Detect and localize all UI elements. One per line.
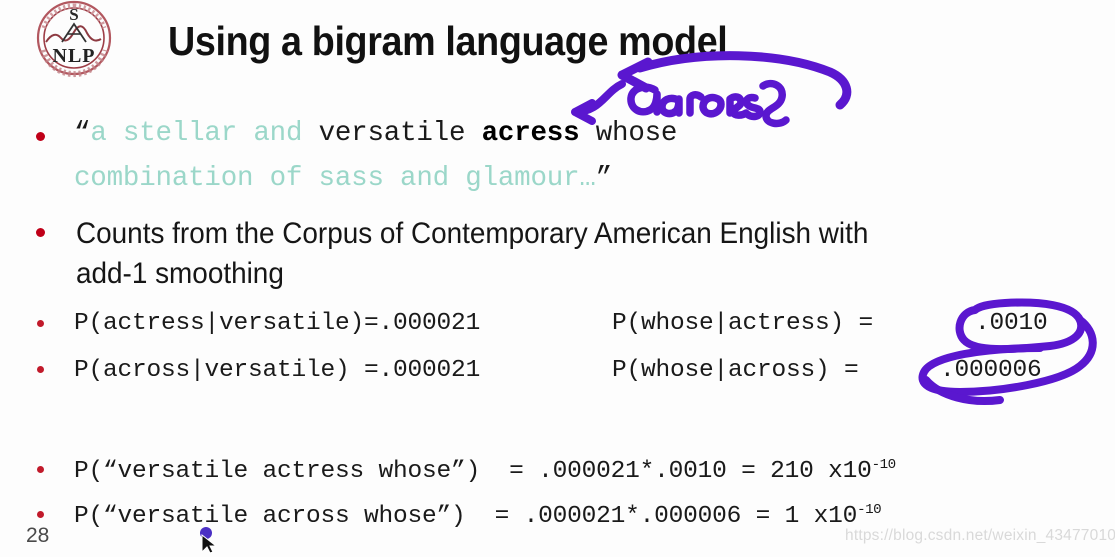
seq-across-expression: P(“versatile across whose”) = .000021*.0… [74, 502, 882, 531]
bullet-marker [37, 511, 44, 518]
prob-actress-value: .0010 [975, 310, 1048, 337]
seq-across-text: P(“versatile across whose”) = .000021*.0… [74, 503, 858, 531]
counts-line-2: add-1 smoothing [76, 257, 284, 290]
quote-bold-acress: acress [481, 118, 580, 149]
quote-line-1: “a stellar and versatile acress whose [74, 118, 677, 149]
prob-across-left: P(across|versatile) =.000021 [74, 357, 481, 384]
bullet-marker [37, 466, 44, 473]
mouse-cursor [198, 527, 220, 555]
seq-actress-expression: P(“versatile actress whose”) = .000021*.… [74, 457, 896, 485]
watermark-url: https://blog.csdn.net/weixin_43477010 [845, 527, 1115, 544]
cursor-arrow-icon [200, 527, 218, 554]
svg-text:NLP: NLP [53, 45, 96, 67]
prob-actress-right-label: P(whose|actress) = [612, 310, 874, 337]
quote-black-segment: versatile [318, 118, 482, 149]
quote-tail-segment: whose [579, 118, 678, 149]
svg-text:S: S [69, 5, 78, 24]
seq-across-exponent: -10 [857, 502, 882, 518]
bullet-marker [36, 228, 45, 237]
counts-line-1: Counts from the Corpus of Contemporary A… [76, 217, 869, 250]
bullet-marker [36, 132, 45, 141]
page-title: Using a bigram language model [168, 18, 728, 64]
page-number: 28 [26, 524, 50, 547]
bullet-marker [37, 366, 44, 373]
seq-actress-text: P(“versatile actress whose”) = .000021*.… [74, 458, 872, 486]
prob-actress-left: P(actress|versatile)=.000021 [74, 310, 481, 337]
snlp-seal-icon: S NLP [36, 0, 112, 78]
quote-teal-segment-2: combination of sass and glamour… [74, 163, 596, 194]
open-quote: “ [74, 118, 91, 149]
bullet-marker [37, 320, 44, 327]
prob-across-value: .000006 [940, 357, 1042, 384]
prob-across-right-label: P(whose|across) = [612, 357, 859, 384]
seq-actress-exponent: -10 [871, 457, 897, 473]
quote-line-2: combination of sass and glamour…” [74, 163, 612, 194]
slide-canvas: S NLP Using a bigram language model “a s… [0, 0, 1115, 557]
snlp-logo: S NLP [16, 0, 132, 80]
quote-teal-segment: a stellar and [90, 118, 319, 149]
close-quote: ” [595, 163, 613, 194]
